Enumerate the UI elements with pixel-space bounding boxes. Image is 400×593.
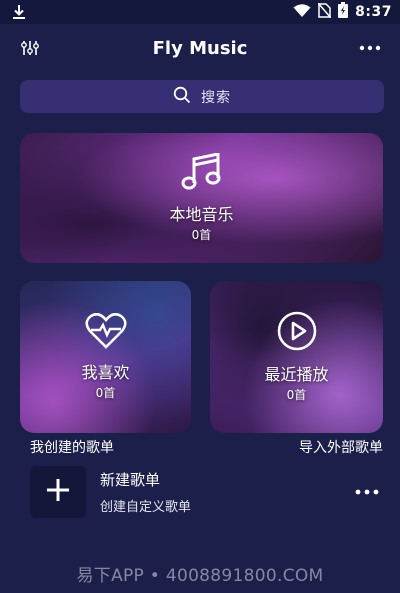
- more-icon[interactable]: [356, 34, 384, 62]
- local-music-label: 本地音乐: [169, 205, 234, 224]
- music-note-icon: [181, 152, 223, 195]
- local-music-count: 0首: [191, 228, 212, 242]
- local-music-card[interactable]: 本地音乐 0首: [20, 133, 383, 263]
- import-playlist-link[interactable]: 导入外部歌单: [299, 437, 383, 457]
- playlist-more-icon[interactable]: [352, 477, 382, 507]
- recent-label: 最近播放: [264, 365, 329, 384]
- battery-icon: [338, 2, 349, 22]
- new-playlist-title: 新建歌单: [100, 471, 161, 489]
- favorites-label: 我喜欢: [81, 363, 130, 382]
- my-playlists-label: 我创建的歌单: [30, 440, 114, 456]
- new-playlist-row[interactable]: 新建歌单 创建自定义歌单: [30, 465, 382, 519]
- watermark: 易下APP • 4008891800.COM: [76, 566, 324, 586]
- favorites-count: 0首: [95, 386, 116, 400]
- favorites-card[interactable]: 我喜欢 0首: [20, 281, 191, 433]
- wifi-icon: [293, 3, 311, 22]
- recent-count: 0首: [286, 388, 307, 402]
- add-playlist-button[interactable]: [30, 466, 86, 518]
- search-bar[interactable]: 搜索: [20, 80, 384, 113]
- plus-icon: [46, 478, 70, 506]
- new-playlist-subtitle: 创建自定义歌单: [100, 500, 192, 515]
- search-placeholder: 搜索: [201, 89, 231, 106]
- equalizer-icon[interactable]: [16, 34, 44, 62]
- recent-card[interactable]: 最近播放 0首: [210, 281, 383, 433]
- app-title: Fly Music: [152, 37, 248, 59]
- no-sim-icon: [317, 2, 332, 22]
- search-icon: [173, 86, 191, 108]
- app-header: Fly Music: [0, 24, 400, 72]
- heart-pulse-icon: [84, 312, 127, 353]
- play-circle-icon: [277, 311, 317, 355]
- status-time: 8:37: [355, 4, 392, 20]
- status-bar: 8:37: [0, 0, 400, 24]
- download-icon: [12, 4, 26, 20]
